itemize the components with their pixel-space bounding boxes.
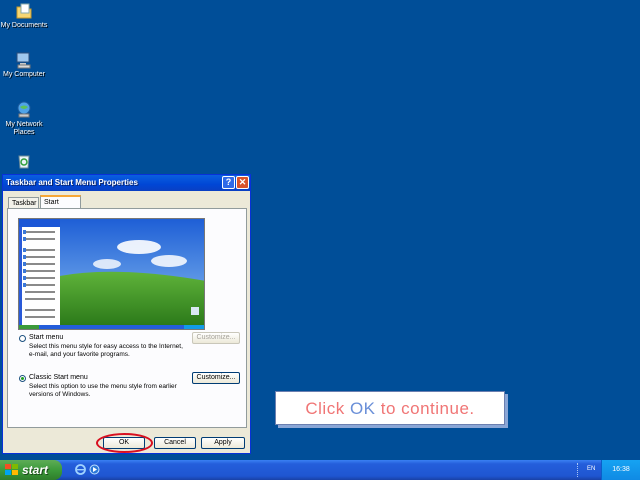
- start-menu-option-description: Select this menu style for easy access t…: [29, 343, 183, 358]
- folder-documents-icon: [16, 3, 32, 19]
- windows-flag-icon: [5, 464, 18, 475]
- computer-icon: [16, 52, 31, 69]
- dialog-title: Taskbar and Start Menu Properties: [6, 178, 138, 187]
- classic-start-menu-option-label[interactable]: Classic Start menu: [29, 374, 88, 381]
- customize-classic-menu-button[interactable]: Customize...: [192, 372, 240, 384]
- tray-grip: [577, 463, 581, 477]
- start-menu-option-label[interactable]: Start menu: [29, 334, 63, 341]
- callout-text: Click OK to continue.: [276, 399, 504, 419]
- callout-prefix: Click: [305, 399, 350, 418]
- clock[interactable]: 16:38: [602, 466, 640, 473]
- classic-start-menu-radio[interactable]: [19, 375, 26, 382]
- close-button[interactable]: ✕: [236, 176, 249, 189]
- start-label: start: [22, 463, 49, 477]
- media-player-icon[interactable]: [89, 464, 100, 475]
- callout-highlight: OK: [349, 399, 376, 418]
- ok-button-highlight-ring: [96, 433, 153, 453]
- taskbar-start-menu-properties-dialog: Taskbar and Start Menu Properties ? ✕ Ta…: [2, 174, 251, 454]
- help-button[interactable]: ?: [222, 176, 235, 189]
- customize-start-menu-button[interactable]: Customize...: [192, 332, 240, 344]
- desktop-icon-label: My Computer: [2, 71, 45, 78]
- instruction-callout: Click OK to continue.: [275, 391, 505, 425]
- desktop-icon-label: My Documents: [0, 22, 48, 29]
- classic-start-menu-option-description: Select this option to use the menu style…: [29, 383, 177, 398]
- network-globe-icon: [17, 101, 31, 118]
- taskbar: start EN 16:38: [0, 460, 640, 480]
- start-menu-radio[interactable]: [19, 335, 26, 342]
- start-menu-preview-image: [18, 218, 205, 330]
- system-tray: 16:38: [601, 460, 640, 480]
- language-indicator[interactable]: EN: [587, 466, 595, 472]
- my-network-places-icon[interactable]: My Network Places: [0, 101, 48, 137]
- cancel-button[interactable]: Cancel: [154, 437, 196, 449]
- apply-button[interactable]: Apply: [201, 437, 245, 449]
- dialog-titlebar[interactable]: Taskbar and Start Menu Properties ? ✕: [3, 175, 250, 191]
- internet-explorer-icon[interactable]: [75, 464, 86, 475]
- recycle-bin-icon: [18, 155, 30, 169]
- start-menu-tab-panel: Start menu Select this menu style for ea…: [7, 208, 247, 428]
- my-documents-icon[interactable]: My Documents: [0, 2, 48, 30]
- my-computer-icon[interactable]: My Computer: [0, 51, 48, 79]
- callout-suffix: to continue.: [375, 399, 475, 418]
- recycle-bin-icon[interactable]: [0, 152, 48, 170]
- desktop-icon-label: My Network Places: [5, 121, 43, 136]
- bliss-wallpaper-preview: [19, 219, 204, 329]
- start-button[interactable]: start: [0, 460, 62, 480]
- tab-start-menu[interactable]: Start Menu: [40, 195, 81, 218]
